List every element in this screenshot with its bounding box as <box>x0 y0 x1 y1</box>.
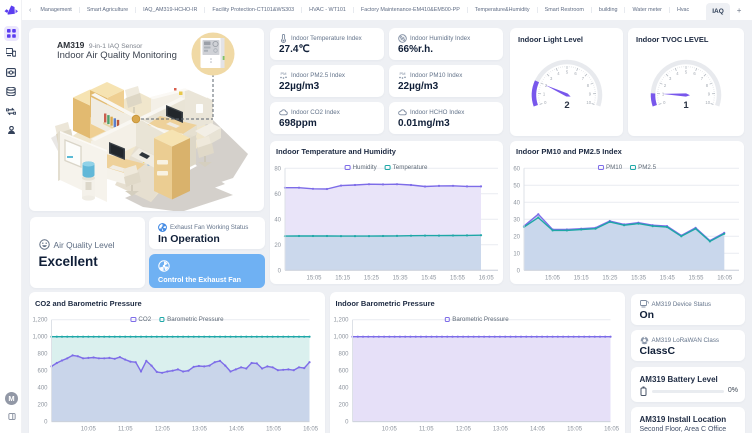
svg-text:7: 7 <box>582 76 585 81</box>
svg-text:PM: PM <box>400 71 406 76</box>
svg-text:1,200: 1,200 <box>32 318 48 324</box>
svg-text:11:05: 11:05 <box>118 427 133 433</box>
svg-text:15:45: 15:45 <box>660 275 676 281</box>
svg-text:15:55: 15:55 <box>688 275 704 281</box>
svg-text:50: 50 <box>513 183 520 189</box>
svg-text:400: 400 <box>37 386 48 392</box>
svg-text:6: 6 <box>574 71 577 76</box>
svg-text:14:05: 14:05 <box>529 427 545 433</box>
svg-text:15:45: 15:45 <box>421 275 437 281</box>
svg-text:15:05: 15:05 <box>306 275 322 281</box>
svg-text:800: 800 <box>37 352 48 358</box>
svg-text:600: 600 <box>37 369 48 375</box>
svg-text:40: 40 <box>274 217 281 223</box>
svg-text:20: 20 <box>274 243 281 249</box>
svg-text:15:15: 15:15 <box>574 275 590 281</box>
svg-text:0: 0 <box>278 268 282 274</box>
svg-text:15:55: 15:55 <box>450 275 466 281</box>
svg-text:10: 10 <box>586 100 591 105</box>
svg-text:10:05: 10:05 <box>81 427 97 433</box>
svg-text:12:05: 12:05 <box>155 427 171 433</box>
svg-text:9: 9 <box>589 91 592 96</box>
svg-text:600: 600 <box>338 369 349 375</box>
svg-text:2: 2 <box>564 100 569 111</box>
svg-text:10:05: 10:05 <box>381 427 397 433</box>
svg-text:3: 3 <box>669 76 672 81</box>
svg-text:800: 800 <box>338 352 349 358</box>
svg-text:200: 200 <box>338 403 349 409</box>
svg-text:8: 8 <box>587 83 590 88</box>
svg-text:10: 10 <box>705 100 710 105</box>
svg-text:1: 1 <box>683 100 689 111</box>
svg-text:0: 0 <box>517 268 521 274</box>
svg-text:0: 0 <box>44 420 48 426</box>
svg-text:16:05: 16:05 <box>479 275 495 281</box>
svg-text:16:05: 16:05 <box>604 427 620 433</box>
svg-text:16:05: 16:05 <box>303 427 319 433</box>
svg-text:0: 0 <box>345 420 349 426</box>
svg-text:10: 10 <box>513 251 520 257</box>
svg-text:13:05: 13:05 <box>192 427 208 433</box>
svg-text:1,200: 1,200 <box>333 318 349 324</box>
svg-text:60: 60 <box>274 192 281 198</box>
svg-text:15:05: 15:05 <box>545 275 561 281</box>
svg-text:400: 400 <box>338 386 349 392</box>
svg-text:30: 30 <box>513 217 520 223</box>
svg-text:16:05: 16:05 <box>717 275 733 281</box>
svg-text:13:05: 13:05 <box>492 427 508 433</box>
svg-text:5: 5 <box>685 70 688 75</box>
svg-text:12:05: 12:05 <box>455 427 471 433</box>
svg-text:80: 80 <box>274 166 281 172</box>
svg-text:60: 60 <box>513 166 520 172</box>
svg-text:2: 2 <box>664 83 667 88</box>
svg-text:15:35: 15:35 <box>631 275 647 281</box>
svg-text:1,000: 1,000 <box>333 335 349 341</box>
svg-text:8: 8 <box>706 83 709 88</box>
svg-text:1,000: 1,000 <box>32 335 48 341</box>
svg-text:11:05: 11:05 <box>419 427 434 433</box>
svg-text:15:05: 15:05 <box>266 427 282 433</box>
svg-text:14:05: 14:05 <box>229 427 245 433</box>
svg-text:4: 4 <box>557 71 560 76</box>
svg-text:5: 5 <box>566 70 569 75</box>
svg-text:40: 40 <box>513 200 520 206</box>
svg-text:15:05: 15:05 <box>567 427 583 433</box>
svg-text:0: 0 <box>544 100 547 105</box>
svg-text:200: 200 <box>37 403 48 409</box>
svg-text:4: 4 <box>676 71 679 76</box>
svg-text:15:15: 15:15 <box>335 275 351 281</box>
svg-text:1: 1 <box>543 91 546 96</box>
svg-text:7: 7 <box>701 76 704 81</box>
svg-text:9: 9 <box>708 91 711 96</box>
svg-text:PM: PM <box>281 71 287 76</box>
svg-text:15:25: 15:25 <box>364 275 380 281</box>
svg-text:6: 6 <box>693 71 696 76</box>
svg-text:15:35: 15:35 <box>393 275 409 281</box>
svg-text:0: 0 <box>663 100 666 105</box>
svg-text:15:25: 15:25 <box>602 275 618 281</box>
svg-text:20: 20 <box>513 234 520 240</box>
svg-text:3: 3 <box>550 76 553 81</box>
